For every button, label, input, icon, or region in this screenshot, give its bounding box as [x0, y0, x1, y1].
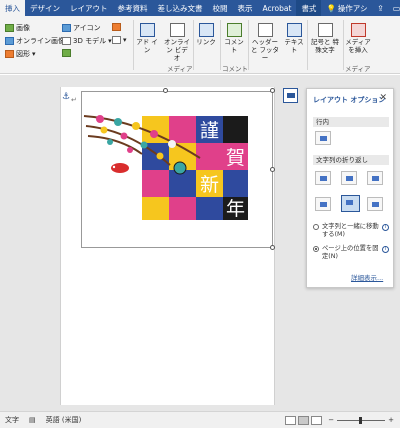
- resize-handle-top[interactable]: [163, 88, 168, 93]
- ribbon-separator: [343, 20, 344, 70]
- language[interactable]: 英語 (米国): [41, 415, 87, 425]
- text-button[interactable]: テキスト: [282, 23, 306, 54]
- resize-handle-top-right[interactable]: [270, 88, 275, 93]
- wrap-tight-icon[interactable]: [341, 171, 357, 185]
- section-wrap: 文字列の折り返し: [313, 155, 389, 165]
- share-icon[interactable]: ⇪: [372, 0, 388, 16]
- zoom-in-icon[interactable]: +: [388, 416, 394, 424]
- ribbon-tab-bar: 挿入 デザイン レイアウト 参考資料 差し込み文書 校閲 表示 Acrobat …: [0, 0, 400, 16]
- resize-handle-right[interactable]: [270, 167, 275, 172]
- comment-icon[interactable]: ▭: [388, 0, 400, 16]
- symbols-button[interactable]: 記号と 特殊文字: [310, 23, 340, 54]
- paragraph-mark-icon: ↵: [71, 96, 77, 104]
- smartart-icon: [62, 49, 71, 57]
- status-bar: 文字 ▤ 英語 (米国) − +: [0, 411, 400, 428]
- media-insert-button[interactable]: メディア を挿入: [345, 23, 371, 54]
- details-link[interactable]: 詳細表示...: [351, 272, 383, 282]
- proofing-icon[interactable]: ▤: [24, 416, 41, 424]
- wrap-top-bottom-icon[interactable]: [315, 197, 331, 211]
- selection-frame: [81, 91, 273, 248]
- tab-format[interactable]: 書式: [296, 0, 322, 16]
- ribbon-separator: [248, 20, 249, 70]
- web-layout-button[interactable]: [311, 415, 323, 425]
- chart-icon: [112, 23, 121, 31]
- print-layout-button[interactable]: [298, 415, 310, 425]
- tab-insert[interactable]: 挿入: [0, 0, 25, 16]
- online-image-button[interactable]: オンライン画像: [5, 36, 65, 46]
- option-move-with-text[interactable]: 文字列と一緒に移動する(M): [313, 223, 381, 239]
- info-icon[interactable]: i: [382, 246, 389, 253]
- image-icon: [5, 24, 14, 32]
- ribbon-insert: 画像 オンライン画像 図形 ▾ アイコン 3D モデル ▾ ▾ アド イン オンライ…: [0, 16, 400, 74]
- tab-design[interactable]: デザイン: [25, 0, 65, 16]
- tab-layout[interactable]: レイアウト: [65, 0, 113, 16]
- comment-icon: [226, 23, 242, 37]
- radio-fix-position[interactable]: [313, 246, 319, 252]
- group-label-comment: コメント: [222, 65, 248, 73]
- online-video-button[interactable]: オンライン ビデオ: [163, 23, 191, 62]
- dropdown-arrow-icon: ▾: [123, 36, 127, 44]
- header-footer-icon: [257, 23, 273, 37]
- group-label-media-2: メディア: [345, 65, 371, 73]
- section-inline: 行内: [313, 117, 389, 127]
- screenshot-icon: [112, 36, 121, 44]
- ribbon-separator: [133, 20, 134, 70]
- comment-button[interactable]: コメント: [222, 23, 246, 54]
- anchor-icon: ⚓: [62, 92, 71, 102]
- info-icon[interactable]: i: [382, 224, 389, 231]
- ribbon-separator: [220, 20, 221, 70]
- tell-me-search[interactable]: 💡 操作アシ: [321, 0, 372, 16]
- wrap-behind-text-icon[interactable]: [341, 195, 360, 212]
- zoom-slider[interactable]: [337, 416, 386, 424]
- shapes-icon: [5, 50, 14, 58]
- tab-view[interactable]: 表示: [233, 0, 258, 16]
- tab-acrobat[interactable]: Acrobat: [258, 0, 297, 16]
- addins-icon: [139, 23, 155, 37]
- zoom-out-icon[interactable]: −: [328, 416, 334, 424]
- radio-move-with-text[interactable]: [313, 224, 319, 230]
- link-icon: [198, 23, 214, 37]
- video-icon: [169, 23, 185, 37]
- media-icon: [350, 23, 366, 37]
- image-button[interactable]: 画像: [5, 23, 30, 33]
- tab-review[interactable]: 校閲: [208, 0, 233, 16]
- header-footer-button[interactable]: ヘッダーと フッター: [250, 23, 280, 62]
- resize-handle-bottom-right[interactable]: [270, 245, 275, 250]
- wrap-square-icon[interactable]: [315, 171, 331, 185]
- icons-button[interactable]: アイコン: [62, 23, 101, 33]
- layout-options-pane: レイアウト オプション ✕ 行内 文字列の折り返し 文字列と一緒に移動する(M)…: [306, 88, 394, 288]
- tab-references[interactable]: 参考資料: [113, 0, 153, 16]
- lightbulb-icon: 💡: [326, 3, 336, 13]
- cube-icon: [62, 37, 71, 45]
- word-count[interactable]: 文字: [0, 415, 24, 425]
- icons-icon: [62, 24, 71, 32]
- tab-mailings[interactable]: 差し込み文書: [153, 0, 208, 16]
- read-mode-button[interactable]: [285, 415, 297, 425]
- group-label-media: メディア: [167, 65, 193, 73]
- ribbon-separator: [307, 20, 308, 70]
- dropdown-arrow-icon: ▾: [32, 50, 36, 58]
- link-button[interactable]: リンク: [196, 23, 216, 46]
- addins-button[interactable]: アド イン: [136, 23, 158, 54]
- wrap-through-icon[interactable]: [367, 171, 383, 185]
- textbox-icon: [286, 23, 302, 37]
- layout-options-button[interactable]: [283, 88, 298, 103]
- zoom-slider-thumb[interactable]: [359, 416, 363, 424]
- wrap-in-front-icon[interactable]: [367, 197, 383, 211]
- ribbon-separator: [193, 20, 194, 70]
- online-image-icon: [5, 37, 14, 45]
- smartart-button[interactable]: [62, 49, 71, 57]
- model3d-button[interactable]: 3D モデル ▾: [62, 36, 112, 46]
- option-fix-position[interactable]: ページ上の位置を固定(N): [313, 245, 381, 261]
- shapes-button[interactable]: 図形 ▾: [5, 49, 36, 59]
- chart-button[interactable]: [112, 23, 121, 31]
- screenshot-button[interactable]: ▾: [112, 36, 127, 44]
- omega-icon: [317, 23, 333, 37]
- wrap-inline-icon[interactable]: [315, 131, 331, 145]
- pane-title: レイアウト オプション: [313, 96, 386, 104]
- close-icon[interactable]: ✕: [379, 93, 387, 103]
